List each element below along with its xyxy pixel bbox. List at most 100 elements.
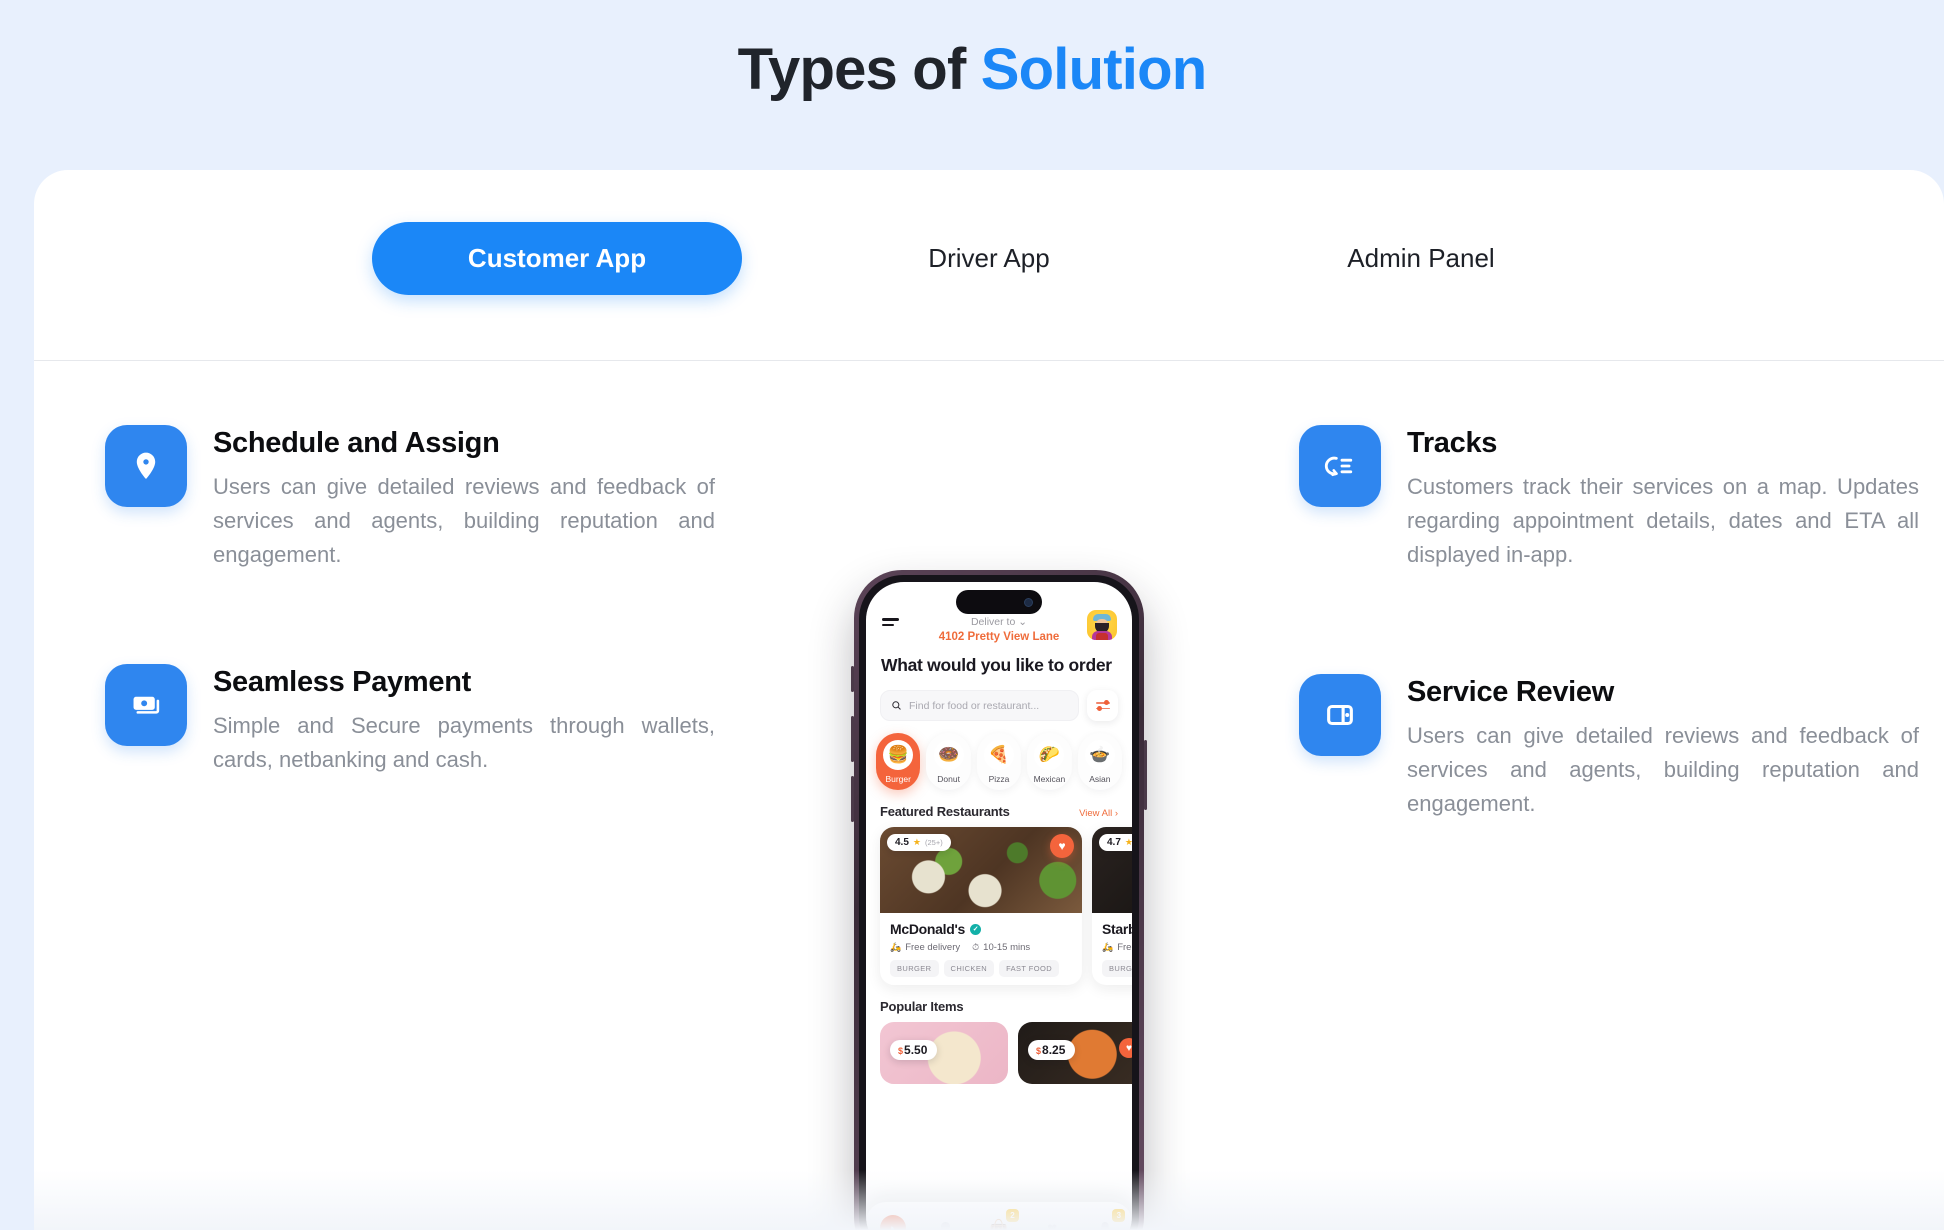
track-list-icon (1299, 425, 1381, 507)
tab-admin-panel[interactable]: Admin Panel (1329, 243, 1512, 274)
item-price: $5.50 (890, 1040, 938, 1060)
search-placeholder: Find for food or restaurant... (909, 699, 1040, 712)
delivery-text: Free delivery (1117, 942, 1132, 953)
feature-description: Users can give detailed reviews and feed… (213, 474, 715, 567)
screen-heading: What would you like to order (881, 655, 1112, 675)
restaurant-photo: 4.7 ★ (9+) (1092, 827, 1132, 913)
nav-favorites[interactable]: ♥ (1039, 1215, 1065, 1230)
favorite-heart-icon[interactable]: ♥ (1050, 834, 1074, 858)
favorite-heart-icon[interactable]: ♥ (1119, 1038, 1132, 1058)
feature-description: Users can give detailed reviews and feed… (1407, 723, 1919, 816)
avatar-shirt (1096, 633, 1108, 640)
search-input[interactable]: Find for food or restaurant... (880, 690, 1079, 721)
tab-driver-app[interactable]: Driver App (910, 243, 1067, 274)
tab-customer-app[interactable]: Customer App (371, 222, 743, 295)
category-label: Asian (1089, 774, 1111, 784)
search-row: Find for food or restaurant... (880, 690, 1118, 721)
delivery-text: Free delivery (905, 942, 961, 953)
compass-icon: ◗ (879, 1215, 906, 1230)
taco-icon: 🌮 (1034, 740, 1065, 770)
nav-notifications[interactable]: 3 (1092, 1209, 1126, 1230)
phone-bezel: Deliver to ⌄ 4102 Pretty View Lane What … (859, 575, 1139, 1230)
menu-icon[interactable] (882, 618, 899, 629)
tag: CHICKEN (943, 960, 995, 977)
popular-heading: Popular Items (880, 999, 964, 1014)
tag: BURGER (890, 960, 939, 977)
category-label: Mexican (1033, 774, 1066, 784)
restaurant-name-row: Starbucks (1102, 921, 1132, 937)
nav-location[interactable] (933, 1215, 959, 1230)
phone-mockup: Deliver to ⌄ 4102 Pretty View Lane What … (851, 570, 1206, 1230)
avatar[interactable] (1087, 610, 1117, 640)
page-title: Types of Solution (0, 36, 1944, 103)
rating-value: 4.5 (895, 837, 909, 848)
search-icon (892, 701, 901, 710)
category-burger[interactable]: 🍔 Burger (876, 733, 921, 790)
category-asian[interactable]: 🍲 Asian (1077, 733, 1123, 790)
star-icon: ★ (912, 837, 921, 847)
restaurant-photo: 4.5 ★ (25+) ♥ (880, 827, 1082, 913)
donut-icon: 🍩 (933, 740, 964, 770)
noodle-bowl-icon: 🍲 (1084, 740, 1115, 770)
wallet-icon (1299, 674, 1381, 756)
bell-icon (1100, 1222, 1110, 1230)
scooter-icon: 🛵 (1102, 942, 1114, 952)
restaurant-card[interactable]: 4.7 ★ (9+) Starbucks (1092, 827, 1132, 985)
front-camera-icon (1024, 597, 1033, 607)
feature-body: Seamless Payment Simple and Secure payme… (213, 664, 715, 777)
content-card: Customer App Driver App Admin Panel Sche… (34, 170, 1944, 1230)
feature-body: Schedule and Assign Users can give detai… (213, 425, 715, 572)
item-price: $8.25 (1028, 1040, 1076, 1060)
pizza-icon: 🍕 (984, 740, 1015, 770)
feature-description: Simple and Secure payments through walle… (213, 713, 715, 772)
category-label: Burger (885, 774, 911, 784)
category-donut[interactable]: 🍩 Donut (926, 733, 971, 790)
feature-body: Tracks Customers track their services on… (1407, 425, 1919, 572)
feature-gap (105, 572, 715, 664)
features-right-column: Tracks Customers track their services on… (1299, 425, 1919, 821)
location-pin-icon (105, 425, 187, 507)
category-mexican[interactable]: 🌮 Mexican (1027, 733, 1072, 790)
bell-badge: 3 (1112, 1209, 1126, 1222)
heart-icon: ♥ (1047, 1218, 1058, 1230)
popular-item-card[interactable]: $8.25 ♥ (1018, 1022, 1132, 1084)
feature-tracks: Tracks Customers track their services on… (1299, 425, 1919, 572)
delivery-address[interactable]: 4102 Pretty View Lane (882, 631, 1116, 643)
rating-badge: 4.7 ★ (9+) (1099, 834, 1132, 851)
rating-value: 4.7 (1107, 837, 1121, 848)
feature-body: Service Review Users can give detailed r… (1407, 674, 1919, 821)
rating-badge: 4.5 ★ (25+) (887, 834, 951, 851)
restaurant-card[interactable]: 4.5 ★ (25+) ♥ McDonald's ✓ 🛵 Free delive… (880, 827, 1082, 985)
restaurant-name: McDonald's (890, 921, 966, 937)
restaurant-list: 4.5 ★ (25+) ♥ McDonald's ✓ 🛵 Free delive… (880, 827, 1132, 985)
burger-icon: 🍔 (883, 740, 914, 770)
deliver-to-text: Deliver to (970, 616, 1016, 628)
feature-description: Customers track their services on a map.… (1407, 474, 1919, 567)
tag: BURGER (1102, 960, 1132, 977)
clock-icon: ⏱ (972, 942, 980, 952)
view-all-link[interactable]: View All › (1079, 808, 1118, 819)
category-row: 🍔 Burger 🍩 Donut 🍕 Pizza 🌮 Mexican 🍲 Asi… (876, 733, 1123, 790)
currency-symbol: $ (898, 1046, 904, 1056)
category-pizza[interactable]: 🍕 Pizza (976, 733, 1022, 790)
dynamic-island (956, 590, 1042, 614)
bag-icon: 👜 (988, 1218, 1010, 1230)
tag: FAST FOOD (999, 960, 1060, 977)
tab-slot-customer: Customer App (341, 222, 773, 295)
delivery-meta: 🛵 Free delivery (1102, 942, 1132, 953)
tag-list: BURGER CHICKEN FAST FOOD (890, 960, 1082, 977)
tab-slot-driver: Driver App (773, 243, 1205, 274)
nav-bag[interactable]: 👜 2 (986, 1209, 1019, 1230)
time-text: 10-15 mins (983, 942, 1031, 953)
phone-mute-switch (851, 666, 854, 692)
delivery-meta: 🛵 Free delivery (890, 942, 960, 953)
filter-icon[interactable] (1087, 690, 1118, 721)
popular-items-list: $5.50 $8.25 ♥ (880, 1022, 1132, 1084)
features-left-column: Schedule and Assign Users can give detai… (105, 425, 715, 777)
nav-compass[interactable]: ◗ (879, 1215, 906, 1230)
tag-list: BURGER (1102, 960, 1132, 977)
filter-line-top (1095, 699, 1110, 705)
popular-item-card[interactable]: $5.50 (880, 1022, 1008, 1084)
deliver-to-label[interactable]: Deliver to ⌄ (882, 616, 1116, 628)
bottom-nav-bar: ◗ 👜 2 ♥ 3 (866, 1202, 1132, 1230)
